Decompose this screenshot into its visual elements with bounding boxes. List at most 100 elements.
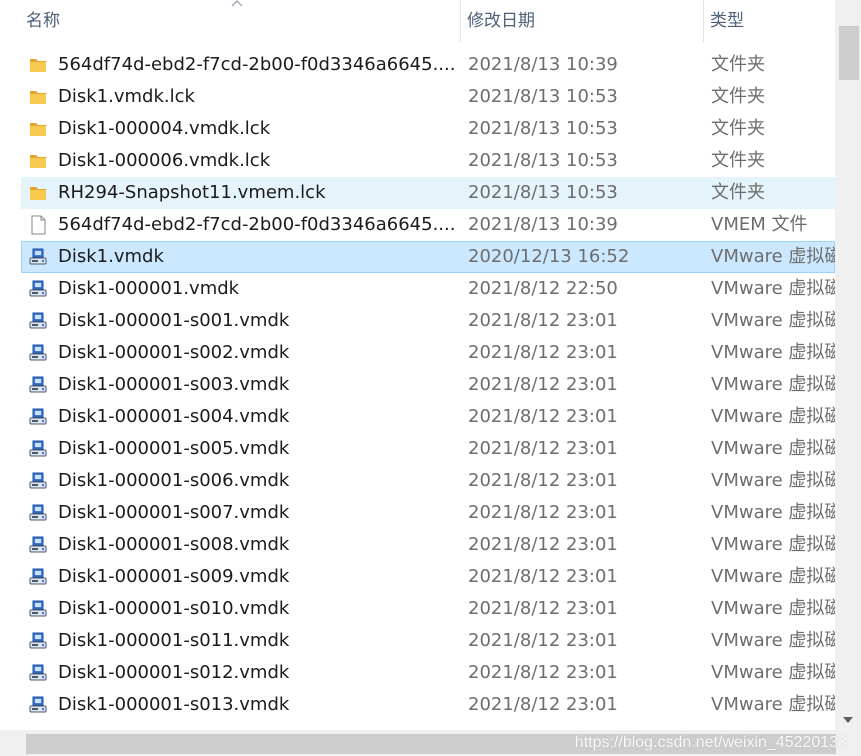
file-name: Disk1-000001-s005.vmdk: [58, 438, 290, 459]
folder-icon: [28, 151, 48, 171]
file-row[interactable]: Disk1-000001-s010.vmdk 2021/8/12 23:01 VMw…: [21, 593, 835, 625]
file-modified-date: 2021/8/12 23:01: [468, 502, 618, 523]
file-row[interactable]: Disk1-000001.vmdk 2021/8/12 22:50 VMware 虚…: [21, 273, 835, 305]
column-header-date[interactable]: 修改日期: [461, 0, 703, 42]
file-modified-date: 2021/8/12 23:01: [468, 566, 618, 587]
file-modified-date: 2021/8/13 10:53: [468, 86, 618, 107]
file-type: VMware 虚拟磁: [711, 598, 835, 619]
file-row[interactable]: Disk1-000001-s006.vmdk 2021/8/12 23:01 VMw…: [21, 465, 835, 497]
file-modified-date: 2021/8/12 23:01: [468, 630, 618, 651]
file-modified-date: 2021/8/12 23:01: [468, 534, 618, 555]
file-row[interactable]: RH294-Snapshot11.vmem.lck 2021/8/13 10:53…: [21, 177, 835, 209]
file-type: VMware 虚拟磁: [711, 278, 835, 299]
vmware-disk-icon: [28, 343, 48, 363]
file-modified-date: 2021/8/12 22:50: [468, 278, 618, 299]
folder-icon: [28, 183, 48, 203]
file-name: Disk1-000001-s002.vmdk: [58, 342, 290, 363]
file-modified-date: 2021/8/12 23:01: [468, 470, 618, 491]
file-row[interactable]: Disk1-000001-s009.vmdk 2021/8/12 23:01 VMw…: [21, 561, 835, 593]
file-row[interactable]: Disk1-000001-s003.vmdk 2021/8/12 23:01 VMw…: [21, 369, 835, 401]
vmware-disk-icon: [28, 599, 48, 619]
file-row[interactable]: Disk1.vmdk 2020/12/13 16:52 VMware 虚拟磁: [21, 241, 835, 273]
file-type: 文件夹: [711, 86, 765, 107]
file-modified-date: 2021/8/12 23:01: [468, 342, 618, 363]
vmware-disk-icon: [28, 375, 48, 395]
file-name: Disk1-000001.vmdk: [58, 278, 240, 299]
vmware-disk-icon: [28, 535, 48, 555]
file-name: Disk1-000001-s013.vmdk: [58, 694, 290, 715]
folder-icon: [28, 87, 48, 107]
folder-icon: [28, 55, 48, 75]
file-type: VMware 虚拟磁: [711, 630, 835, 651]
file-type: VMware 虚拟磁: [711, 566, 835, 587]
file-name: 564df74d-ebd2-f7cd-2b00-f0d3346a6645....: [58, 54, 456, 75]
file-explorer-window: 名称 修改日期 类型 564df74d-ebd2-f7cd-2b00-f0d33…: [0, 0, 861, 756]
file-type: 文件夹: [711, 118, 765, 139]
file-name: Disk1-000001-s004.vmdk: [58, 406, 290, 427]
vertical-scroll-thumb[interactable]: [839, 26, 859, 80]
file-modified-date: 2021/8/13 10:53: [468, 182, 618, 203]
vmware-disk-icon: [28, 279, 48, 299]
file-name: Disk1-000001-s008.vmdk: [58, 534, 290, 555]
file-type: VMware 虚拟磁: [711, 438, 835, 459]
folder-icon: [28, 119, 48, 139]
file-name: Disk1.vmdk.lck: [58, 86, 195, 107]
file-name: Disk1-000001-s007.vmdk: [58, 502, 290, 523]
vmware-disk-icon: [28, 567, 48, 587]
vmware-disk-icon: [28, 503, 48, 523]
file-row[interactable]: Disk1.vmdk.lck 2021/8/13 10:53 文件夹: [21, 81, 835, 113]
watermark: https://blog.csdn.net/weixin_45220133: [574, 734, 847, 751]
file-modified-date: 2021/8/13 10:53: [468, 150, 618, 171]
file-row[interactable]: Disk1-000001-s005.vmdk 2021/8/12 23:01 VMw…: [21, 433, 835, 465]
file-modified-date: 2021/8/13 10:39: [468, 214, 618, 235]
file-name: Disk1-000001-s012.vmdk: [58, 662, 290, 683]
file-type: 文件夹: [711, 150, 765, 171]
file-row[interactable]: Disk1-000001-s011.vmdk 2021/8/12 23:01 VMw…: [21, 625, 835, 657]
file-row[interactable]: Disk1-000001-s002.vmdk 2021/8/12 23:01 VMw…: [21, 337, 835, 369]
vmware-disk-icon: [28, 631, 48, 651]
file-modified-date: 2021/8/12 23:01: [468, 374, 618, 395]
file-name: Disk1.vmdk: [58, 246, 164, 267]
file-name: 564df74d-ebd2-f7cd-2b00-f0d3346a6645....: [58, 214, 456, 235]
file-name: Disk1-000006.vmdk.lck: [58, 150, 271, 171]
details-header: 名称 修改日期 类型: [0, 0, 835, 42]
file-type: VMEM 文件: [711, 214, 808, 235]
file-row[interactable]: Disk1-000001-s007.vmdk 2021/8/12 23:01 VMw…: [21, 497, 835, 529]
vmware-disk-icon: [28, 695, 48, 715]
file-type: VMware 虚拟磁: [711, 694, 835, 715]
file-row[interactable]: Disk1-000001-s001.vmdk 2021/8/12 23:01 VMw…: [21, 305, 835, 337]
sort-ascending-icon: [231, 0, 243, 7]
file-name: Disk1-000004.vmdk.lck: [58, 118, 271, 139]
file-modified-date: 2021/8/12 23:01: [468, 598, 618, 619]
file-type: 文件夹: [711, 182, 765, 203]
file-row[interactable]: Disk1-000001-s004.vmdk 2021/8/12 23:01 VMw…: [21, 401, 835, 433]
file-row[interactable]: Disk1-000001-s008.vmdk 2021/8/12 23:01 VMw…: [21, 529, 835, 561]
scroll-down-arrow-icon[interactable]: [843, 716, 853, 724]
file-modified-date: 2021/8/12 23:01: [468, 438, 618, 459]
vmware-disk-icon: [28, 439, 48, 459]
vmware-disk-icon: [28, 311, 48, 331]
file-modified-date: 2021/8/13 10:53: [468, 118, 618, 139]
file-type: VMware 虚拟磁: [711, 374, 835, 395]
file-row[interactable]: Disk1-000001-s013.vmdk 2021/8/12 23:01 VMw…: [21, 689, 835, 721]
file-type: VMware 虚拟磁: [711, 470, 835, 491]
file-icon: [28, 215, 48, 235]
file-name: Disk1-000001-s001.vmdk: [58, 310, 290, 331]
file-modified-date: 2021/8/12 23:01: [468, 694, 618, 715]
file-row[interactable]: 564df74d-ebd2-f7cd-2b00-f0d3346a6645....…: [21, 49, 835, 81]
file-row[interactable]: Disk1-000001-s012.vmdk 2021/8/12 23:01 VMw…: [21, 657, 835, 689]
file-type: VMware 虚拟磁: [711, 406, 835, 427]
vertical-scrollbar[interactable]: [835, 0, 861, 730]
file-name: Disk1-000001-s006.vmdk: [58, 470, 290, 491]
file-row[interactable]: Disk1-000006.vmdk.lck 2021/8/13 10:53 文件夹: [21, 145, 835, 177]
file-name: Disk1-000001-s009.vmdk: [58, 566, 290, 587]
file-type: VMware 虚拟磁: [711, 342, 835, 363]
file-type: VMware 虚拟磁: [711, 310, 835, 331]
file-name: Disk1-000001-s010.vmdk: [58, 598, 290, 619]
file-type: 文件夹: [711, 54, 765, 75]
column-header-type[interactable]: 类型: [704, 0, 844, 42]
file-row[interactable]: 564df74d-ebd2-f7cd-2b00-f0d3346a6645....…: [21, 209, 835, 241]
file-row[interactable]: Disk1-000004.vmdk.lck 2021/8/13 10:53 文件夹: [21, 113, 835, 145]
vmware-disk-icon: [28, 471, 48, 491]
file-type: VMware 虚拟磁: [711, 246, 835, 267]
